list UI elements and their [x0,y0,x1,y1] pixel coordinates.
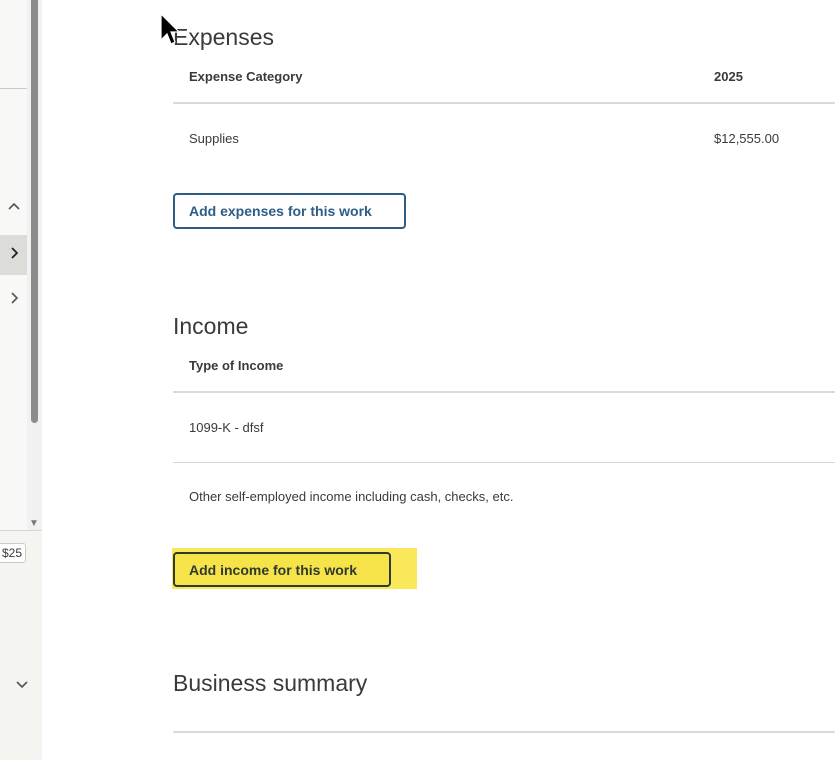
expense-row-category: Supplies [189,131,239,146]
chevron-right-icon [10,291,18,309]
expense-row-amount: $12,555.00 [714,131,780,146]
price-badge: $25 [0,543,27,563]
expenses-header-rule [173,102,835,104]
sidebar-item-active[interactable] [0,235,27,275]
expense-year-header: 2025 [714,69,743,84]
summary-rule [173,731,835,733]
sidebar-divider-lower [0,530,42,531]
sidebar-collapse-button[interactable] [0,186,27,226]
scrollbar-thumb[interactable] [31,0,38,423]
income-row-divider [173,462,835,463]
business-summary-heading: Business summary [173,670,368,696]
left-sidebar: ▼ $25 [0,0,42,760]
sidebar-item-next[interactable] [0,280,27,320]
chevron-right-icon [10,246,18,264]
mouse-cursor-icon [160,12,182,47]
expense-category-header: Expense Category [189,69,303,84]
chevron-down-icon [16,676,28,692]
add-income-button[interactable]: Add income for this work [173,552,391,587]
expand-button[interactable] [16,676,28,692]
income-row-1099k[interactable]: 1099-K - dfsf [189,420,263,435]
chevron-up-icon [7,197,20,215]
income-heading: Income [173,313,249,339]
scroll-down-arrow-icon[interactable]: ▼ [29,518,39,529]
income-header-rule [173,391,835,393]
add-expenses-button[interactable]: Add expenses for this work [173,193,406,229]
income-type-header: Type of Income [189,358,284,373]
expenses-heading: Expenses [173,24,275,50]
sidebar-divider [0,88,27,89]
income-row-other[interactable]: Other self-employed income including cas… [189,489,513,504]
